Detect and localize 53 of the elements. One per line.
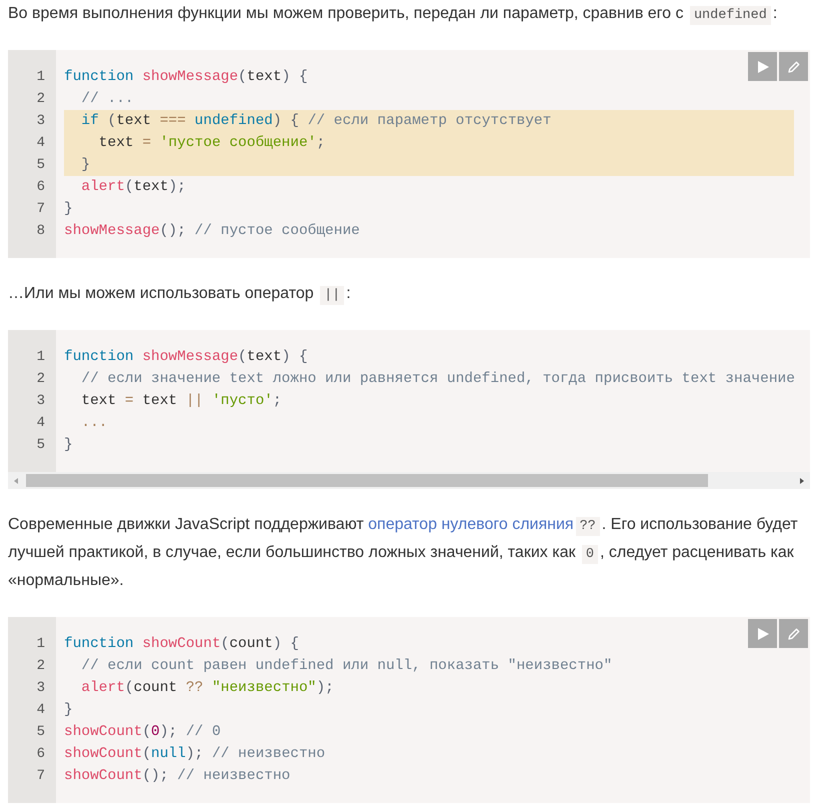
line-number: 6 <box>36 745 46 764</box>
edit-button[interactable] <box>779 619 808 648</box>
edit-button[interactable] <box>779 52 808 81</box>
pencil-icon <box>786 60 800 74</box>
line-number: 2 <box>36 657 46 676</box>
code-line: // если значение text ложно или равняется undefined, тогда присвоить text значение <box>80 370 795 389</box>
line-number: 7 <box>36 200 46 219</box>
code-line: text = text || 'пусто'; <box>80 392 282 411</box>
line-number: 3 <box>36 392 46 411</box>
scroll-right-icon[interactable] <box>798 476 806 484</box>
code-line: function showCount(count) { <box>64 635 299 654</box>
paragraph: Во время выполнения функции мы можем проверить, передан ли параметр, сравнив его с undefined : <box>8 4 778 27</box>
link[interactable]: оператор нулевого слияния <box>368 516 574 533</box>
line-number: 1 <box>36 68 46 87</box>
scrollbar[interactable] <box>8 472 810 489</box>
line-number: 3 <box>36 112 46 131</box>
scrollbar-thumb[interactable] <box>26 474 708 487</box>
code-line: // если count равен undefined или null, показать "неизвестно" <box>80 657 612 676</box>
code-line: showCount(0); // 0 <box>64 723 221 742</box>
line-number: 3 <box>36 679 46 698</box>
scroll-left-icon[interactable] <box>12 476 20 484</box>
code-line: showCount(); // неизвестно <box>64 767 290 786</box>
line-number: 2 <box>36 370 46 389</box>
code-line: } <box>64 701 73 720</box>
code-line: alert(text); <box>80 178 186 197</box>
code-line: } <box>64 200 73 219</box>
line-number: 6 <box>36 178 46 197</box>
line-number: 2 <box>36 90 46 109</box>
code-line: alert(count ?? "неизвестно"); <box>80 679 334 698</box>
code-line: showMessage(); // пустое сообщение <box>64 222 360 241</box>
play-icon <box>756 60 770 74</box>
play-icon <box>756 626 770 640</box>
code-line: // ... <box>80 90 134 109</box>
line-number: 4 <box>36 701 46 720</box>
code-line: function showMessage(text) { <box>64 68 308 87</box>
paragraph: …Или мы можем использовать оператор || : <box>8 284 352 307</box>
code-line: showCount(null); // неизвестно <box>64 745 326 764</box>
line-number: 5 <box>36 156 46 175</box>
line-number: 5 <box>36 436 46 455</box>
code-line: function showMessage(text) { <box>64 348 308 367</box>
line-number: 7 <box>36 767 46 786</box>
code-line: ... <box>80 414 108 433</box>
line-number: 1 <box>36 348 46 367</box>
run-button[interactable] <box>748 619 777 648</box>
run-button[interactable] <box>748 52 777 81</box>
code-line: } <box>64 436 73 455</box>
line-number: 5 <box>36 723 46 742</box>
line-number: 1 <box>36 635 46 654</box>
line-number: 4 <box>36 414 46 433</box>
line-number: 8 <box>36 222 46 241</box>
paragraph: Современные движки JavaScript поддерживают оператор нулевого слияния ?? . Его использование будет лучшей практикой, в случае, если большинство ложных значений, таких как 0 , следует расценивать как «нормальные». <box>8 515 799 591</box>
pencil-icon <box>786 626 800 640</box>
line-number: 4 <box>36 134 46 153</box>
